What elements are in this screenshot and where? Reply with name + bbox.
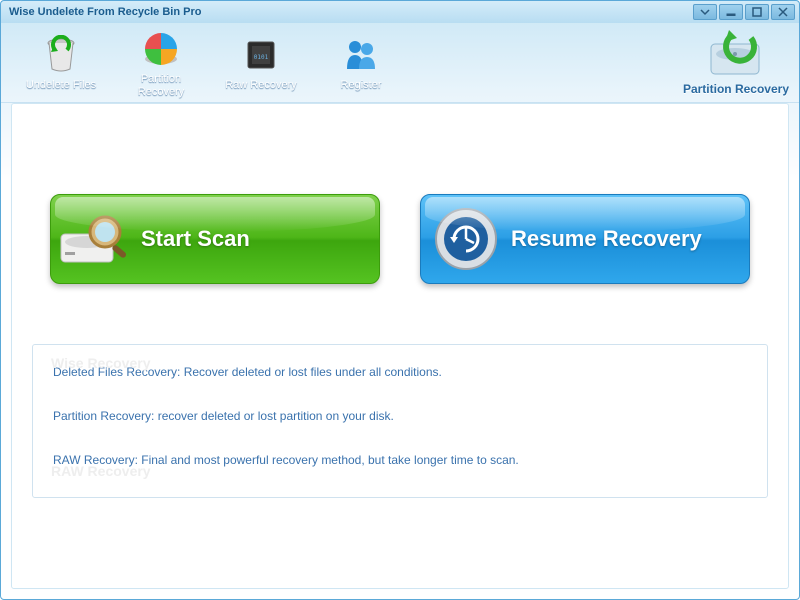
start-scan-button[interactable]: Start Scan <box>50 194 380 284</box>
toolbar-register[interactable]: Register <box>311 33 411 91</box>
minimize-icon <box>726 7 736 17</box>
toolbar-raw-recovery[interactable]: 0101 Raw Recovery <box>211 33 311 91</box>
resume-recovery-button[interactable]: Resume Recovery <box>420 194 750 284</box>
resume-recovery-label: Resume Recovery <box>511 226 749 252</box>
maximize-button[interactable] <box>745 4 769 20</box>
start-scan-label: Start Scan <box>141 226 379 252</box>
toolbar-undelete-files[interactable]: Undelete Files <box>11 33 111 91</box>
toolbar-label: Partition Recovery <box>138 73 184 97</box>
toolbar-partition-recovery-promo[interactable]: Partition Recovery <box>683 30 789 96</box>
toolbar: Undelete Files Partition Recovery 010 <box>1 23 799 103</box>
toolbar-label: Register <box>341 79 382 91</box>
people-icon <box>339 33 383 77</box>
dropdown-button[interactable] <box>693 4 717 20</box>
chevron-down-icon <box>700 7 710 17</box>
app-window: Wise Undelete From Recycle Bin Pro <box>0 0 800 600</box>
pie-chart-icon <box>139 27 183 71</box>
info-partition: Partition Recovery: recover deleted or l… <box>53 409 747 423</box>
toolbar-label: Raw Recovery <box>225 79 297 91</box>
maximize-icon <box>752 7 762 17</box>
info-raw: RAW Recovery: Final and most powerful re… <box>53 453 747 467</box>
content-panel: Start Scan Resume Recovery Wise R <box>11 103 789 589</box>
minimize-button[interactable] <box>719 4 743 20</box>
ghost-text: Wise Recovery <box>51 355 150 371</box>
history-icon <box>421 205 511 273</box>
action-buttons-row: Start Scan Resume Recovery <box>32 194 768 284</box>
disk-recovery-icon <box>705 30 767 82</box>
recycle-bin-icon <box>39 33 83 77</box>
titlebar: Wise Undelete From Recycle Bin Pro <box>1 1 799 23</box>
promo-label: Partition Recovery <box>683 82 789 96</box>
close-button[interactable] <box>771 4 795 20</box>
chip-icon: 0101 <box>239 33 283 77</box>
toolbar-label: Undelete Files <box>26 79 96 91</box>
info-box: Wise Recovery Deleted Files Recovery: Re… <box>32 344 768 498</box>
close-icon <box>778 7 788 17</box>
svg-text:0101: 0101 <box>254 54 269 61</box>
info-deleted-files: Deleted Files Recovery: Recover deleted … <box>53 365 747 379</box>
window-controls <box>693 4 795 20</box>
window-title: Wise Undelete From Recycle Bin Pro <box>9 6 201 18</box>
ghost-text: RAW Recovery <box>51 463 151 479</box>
toolbar-partition-recovery[interactable]: Partition Recovery <box>111 27 211 97</box>
scan-icon <box>51 208 141 270</box>
